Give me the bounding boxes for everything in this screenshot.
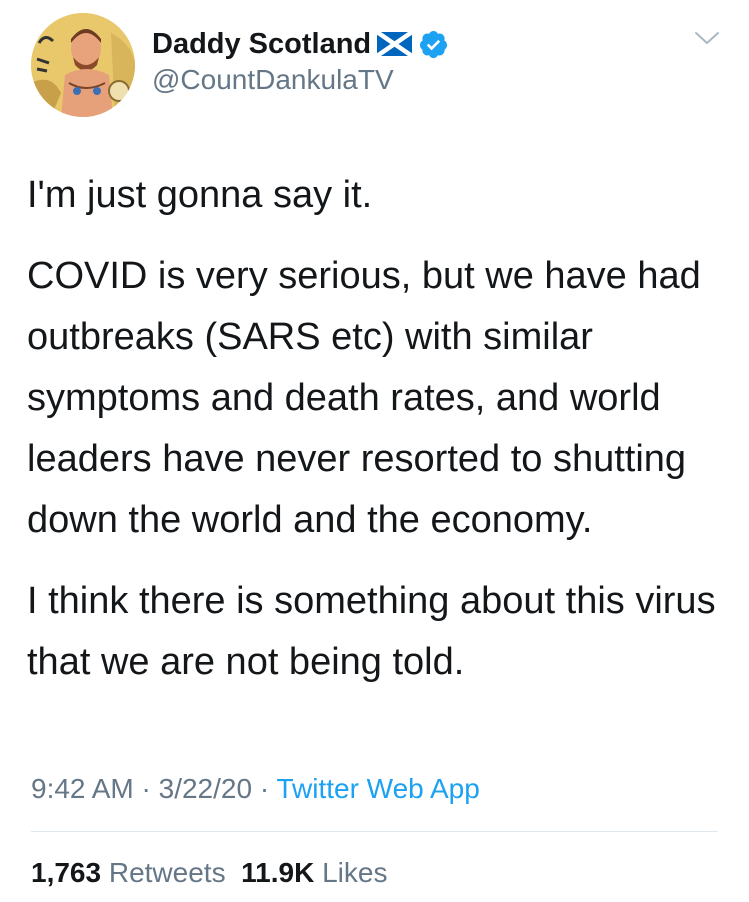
meta-separator: · xyxy=(259,773,270,804)
scotland-flag-icon xyxy=(377,32,413,56)
author-display-name[interactable]: Daddy Scotland xyxy=(152,28,371,61)
author-name-row[interactable]: Daddy Scotland xyxy=(152,25,449,63)
tweet-paragraph: COVID is very serious, but we have had o… xyxy=(27,255,701,541)
retweets-stat[interactable]: 1,763 Retweets xyxy=(31,857,226,888)
verified-badge-icon xyxy=(420,30,448,58)
likes-stat[interactable]: 11.9K Likes xyxy=(241,857,387,888)
tweet-metadata: 9:42 AM · 3/22/20 · Twitter Web App xyxy=(31,773,480,805)
chevron-down-icon[interactable] xyxy=(693,28,721,48)
meta-separator: · xyxy=(141,773,151,804)
tweet-date[interactable]: 3/22/20 xyxy=(159,773,252,804)
avatar-image xyxy=(31,13,135,117)
tweet-paragraph: I think there is something about this vi… xyxy=(27,580,716,683)
author-handle[interactable]: @CountDankulaTV xyxy=(152,64,394,96)
tweet-text: I'm just gonna say it. COVID is very ser… xyxy=(27,165,727,713)
divider xyxy=(31,831,718,832)
retweets-label: Retweets xyxy=(108,857,226,888)
tweet-time[interactable]: 9:42 AM xyxy=(31,773,134,804)
tweet-paragraph: I'm just gonna say it. xyxy=(27,174,373,216)
likes-label: Likes xyxy=(322,857,388,888)
likes-count: 11.9K xyxy=(241,857,315,888)
avatar[interactable] xyxy=(31,13,135,117)
tweet-source-link[interactable]: Twitter Web App xyxy=(276,773,479,804)
retweets-count: 1,763 xyxy=(31,857,102,888)
tweet-stats: 1,763 Retweets 11.9K Likes xyxy=(31,857,387,889)
